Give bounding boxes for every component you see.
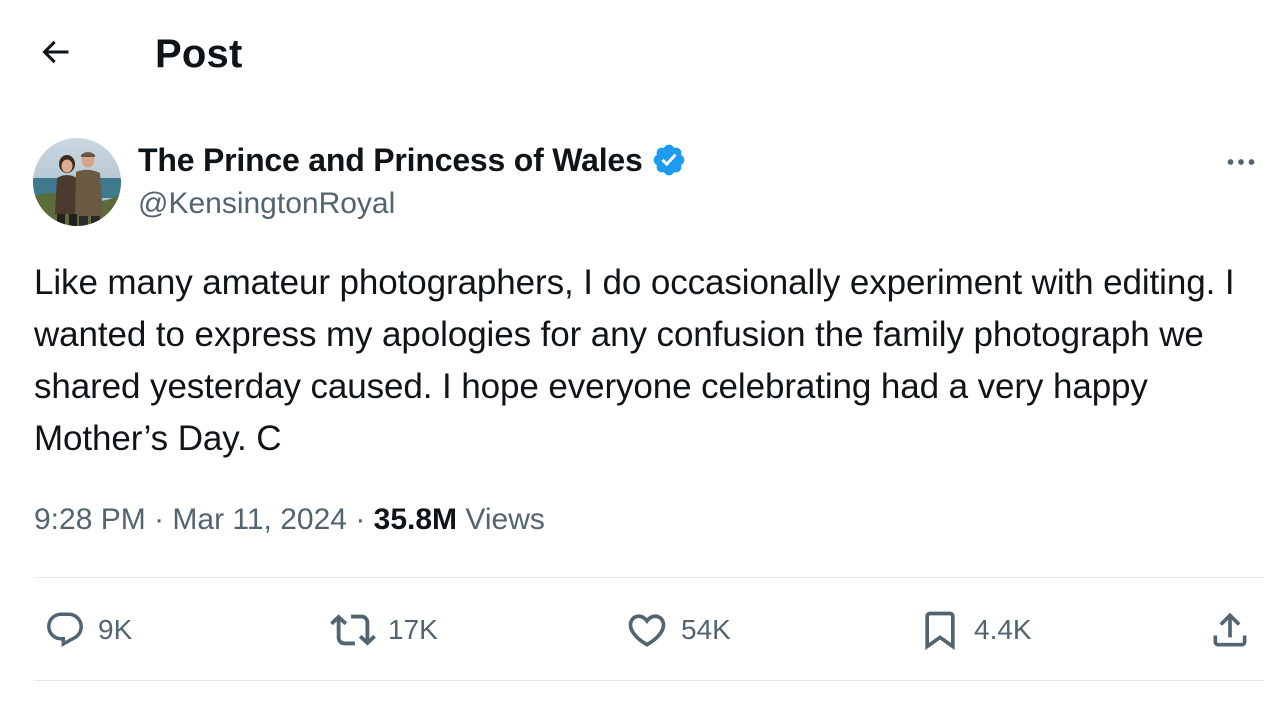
post-time[interactable]: 9:28 PM <box>34 503 146 536</box>
share-button[interactable] <box>1208 604 1252 656</box>
repost-icon <box>330 607 376 653</box>
author-name: The Prince and Princess of Wales <box>138 142 643 178</box>
views-count[interactable]: 35.8M <box>374 503 457 536</box>
bookmark-button[interactable]: 4.4K <box>918 604 1032 656</box>
back-button[interactable] <box>24 26 86 82</box>
post-text: Like many amateur photographers, I do oc… <box>34 263 1235 458</box>
reply-count: 9K <box>98 614 133 645</box>
post-meta: 9:28 PM · Mar 11, 2024 · 35.8M Views <box>34 500 545 540</box>
reply-button[interactable]: 9K <box>44 604 132 656</box>
repost-button[interactable]: 17K <box>330 604 438 656</box>
meta-separator: · <box>154 503 173 536</box>
arrow-left-icon <box>37 34 73 75</box>
heart-icon <box>625 608 669 652</box>
avatar[interactable] <box>33 138 121 226</box>
author-handle[interactable]: @KensingtonRoyal <box>138 185 395 223</box>
verified-badge-icon <box>651 142 687 178</box>
share-icon <box>1208 608 1252 652</box>
post-author: The Prince and Princess of Wales @Kensin… <box>33 138 1263 228</box>
repost-count: 17K <box>388 614 438 645</box>
bookmark-count: 4.4K <box>974 614 1032 645</box>
reply-icon <box>44 609 86 651</box>
post-date[interactable]: Mar 11, 2024 <box>172 503 347 536</box>
meta-separator: · <box>355 503 374 536</box>
views-label: Views <box>465 503 545 536</box>
author-name-link[interactable]: The Prince and Princess of Wales <box>138 140 687 180</box>
divider <box>34 577 1264 578</box>
divider <box>34 680 1264 681</box>
like-count: 54K <box>681 614 731 645</box>
header-bar: Post <box>0 0 1280 110</box>
action-bar: 9K 17K 54K 4.4K <box>34 582 1264 678</box>
page-title: Post <box>155 32 243 76</box>
bookmark-icon <box>918 608 962 652</box>
more-options-button[interactable] <box>1219 142 1263 186</box>
more-dots-icon <box>1223 144 1259 185</box>
like-button[interactable]: 54K <box>625 604 731 656</box>
